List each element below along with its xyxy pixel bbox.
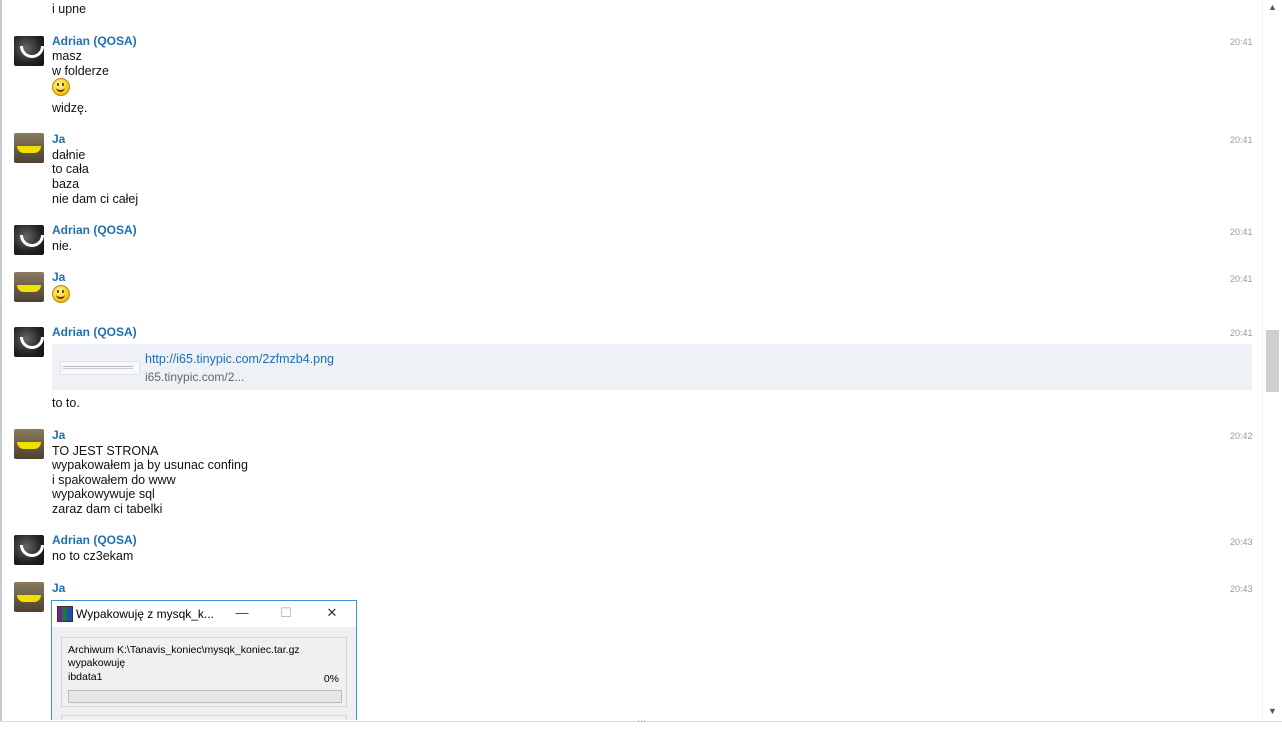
message-line: widzę.: [52, 101, 88, 115]
message-line: to cała: [52, 162, 89, 176]
chat-scrollbar[interactable]: ▲ ▼: [1262, 0, 1282, 720]
message-line: w folderze: [52, 64, 109, 78]
message-line: masz: [52, 49, 82, 63]
scroll-down-icon[interactable]: ▼: [1268, 706, 1277, 716]
avatar-ja[interactable]: [14, 429, 44, 459]
avatar-adrian[interactable]: [14, 225, 44, 255]
message-line: wypakowałem ja by usunac confing: [52, 458, 248, 472]
link-thumbnail[interactable]: [60, 361, 140, 375]
sender-name-ja[interactable]: Ja: [52, 270, 65, 284]
message-line: TO JEST STRONA: [52, 444, 159, 458]
message-time: 20:43: [1230, 584, 1253, 594]
message-line: i upne: [52, 2, 87, 16]
extract-status: wypakowuję: [68, 657, 126, 669]
winrar-extract-screenshot[interactable]: Wypakowuję z mysqk_k... — ☐ ✕ Archiwum K…: [51, 600, 357, 720]
winrar-lower-panel: [61, 715, 347, 720]
message-time: 20:43: [1230, 537, 1253, 547]
resize-grip-icon[interactable]: ⋯: [637, 716, 646, 727]
avatar-adrian[interactable]: [14, 327, 44, 357]
message-line: no to cz3ekam: [52, 549, 134, 563]
current-file: ibdata1: [68, 671, 103, 683]
sender-name-ja[interactable]: Ja: [52, 132, 65, 146]
message-time: 20:41: [1230, 37, 1253, 47]
winrar-title: Wypakowuję z mysqk_k...: [76, 607, 214, 621]
message-line: nie dam ci całej: [52, 192, 139, 206]
message-time: 20:41: [1230, 227, 1253, 237]
winrar-titlebar: Wypakowuję z mysqk_k... — ☐ ✕: [52, 601, 356, 627]
sender-name-adrian[interactable]: Adrian (QOSA): [52, 533, 137, 547]
close-icon: ✕: [326, 605, 338, 620]
winrar-body: Archiwum K:\Tanavis_koniec\mysqk_koniec.…: [52, 627, 356, 720]
chat-history[interactable]: i upne Adrian (QOSA) 20:41 masz w folder…: [0, 0, 1262, 720]
sender-name-adrian[interactable]: Adrian (QOSA): [52, 34, 137, 48]
winrar-archive-icon: [57, 606, 73, 622]
avatar-ja[interactable]: [14, 133, 44, 163]
sender-name-adrian[interactable]: Adrian (QOSA): [52, 325, 137, 339]
sender-name-ja[interactable]: Ja: [52, 581, 65, 595]
sender-name-adrian[interactable]: Adrian (QOSA): [52, 223, 137, 237]
avatar-ja[interactable]: [14, 582, 44, 612]
maximize-icon: ☐: [280, 605, 292, 620]
link-preview-card[interactable]: http://i65.tinypic.com/2zfmzb4.png i65.t…: [52, 344, 1252, 390]
message-line: baza: [52, 177, 80, 191]
message-input-area[interactable]: ⋯: [0, 716, 1282, 746]
archive-path: Archiwum K:\Tanavis_koniec\mysqk_koniec.…: [68, 644, 300, 656]
message-time: 20:41: [1230, 135, 1253, 145]
winrar-progress-panel: Archiwum K:\Tanavis_koniec\mysqk_koniec.…: [61, 637, 347, 707]
message-time: 20:42: [1230, 431, 1253, 441]
scroll-up-icon[interactable]: ▲: [1268, 2, 1277, 12]
avatar-adrian[interactable]: [14, 535, 44, 565]
progress-bar: [68, 690, 342, 703]
minimize-icon: —: [235, 605, 249, 620]
scrollbar-thumb[interactable]: [1266, 330, 1279, 392]
message-line: wypakowywuje sql: [52, 487, 155, 501]
avatar-adrian[interactable]: [14, 36, 44, 66]
smiley-emoji-icon: [52, 285, 70, 303]
link-url[interactable]: http://i65.tinypic.com/2zfmzb4.png: [145, 352, 334, 366]
link-domain: i65.tinypic.com/2...: [145, 370, 245, 384]
message-line: i spakowałem do www: [52, 473, 176, 487]
message-line: dałnie: [52, 148, 86, 162]
smiley-emoji-icon: [52, 78, 70, 96]
message-line: zaraz dam ci tabelki: [52, 502, 163, 516]
message-time: 20:41: [1230, 328, 1253, 338]
progress-percent: 0%: [323, 673, 339, 685]
message-line: nie.: [52, 239, 73, 253]
message-time: 20:41: [1230, 274, 1253, 284]
avatar-ja[interactable]: [14, 272, 44, 302]
message-line: to to.: [52, 396, 80, 410]
sender-name-ja[interactable]: Ja: [52, 428, 65, 442]
